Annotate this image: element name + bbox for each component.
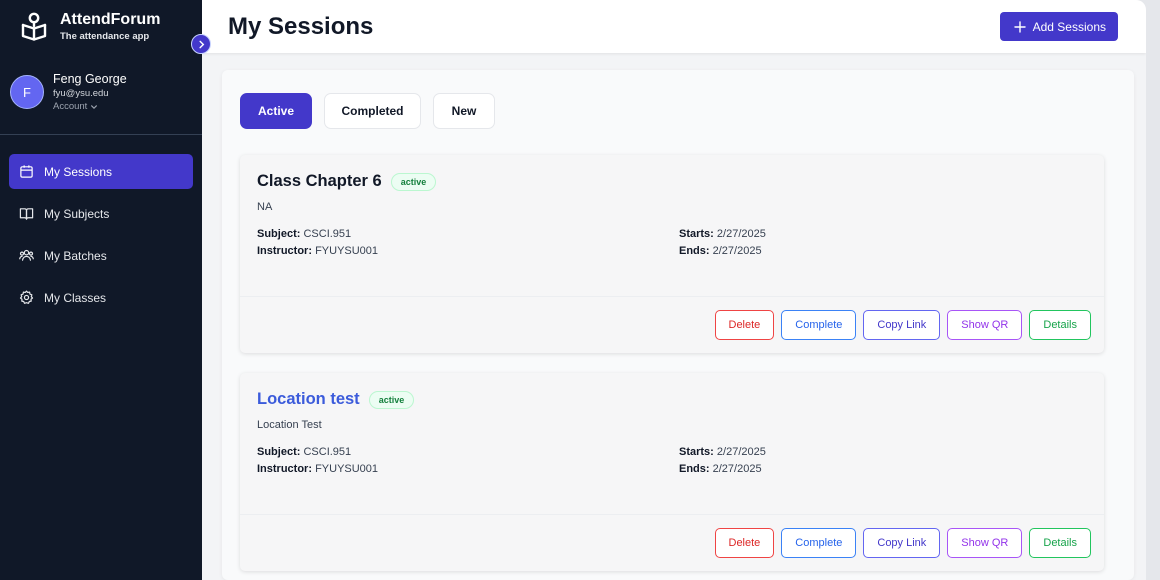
book-icon: [19, 208, 34, 220]
sidebar: AttendForum The attendance app F Feng Ge…: [0, 0, 211, 580]
sidebar-item-label: My Batches: [44, 248, 107, 263]
session-ends: Ends: 2/27/2025: [679, 245, 762, 257]
session-title[interactable]: Location test: [257, 390, 360, 409]
tab-completed[interactable]: Completed: [324, 93, 421, 129]
app-name: AttendForum: [60, 11, 161, 28]
show-qr-button[interactable]: Show QR: [947, 528, 1023, 558]
session-starts: Starts: 2/27/2025: [679, 446, 766, 458]
user-profile: F Feng George fyu@ysu.edu Account: [0, 52, 202, 134]
delete-button[interactable]: Delete: [714, 310, 775, 340]
brand: AttendForum The attendance app: [0, 0, 202, 52]
chevron-right-icon: [198, 40, 204, 48]
user-email: fyu@ysu.edu: [53, 88, 109, 99]
sidebar-toggle-button[interactable]: [191, 34, 211, 54]
details-button[interactable]: Details: [1029, 310, 1091, 340]
sessions-panel: Active Completed New Class Chapter 6 act…: [222, 70, 1134, 580]
sidebar-nav: My Sessions My Subjects My Batches My Cl…: [0, 135, 202, 315]
users-icon: [19, 249, 34, 261]
calendar-icon: [20, 165, 33, 178]
details-button[interactable]: Details: [1029, 528, 1091, 558]
session-description: Location Test: [257, 419, 322, 431]
copy-link-button[interactable]: Copy Link: [863, 310, 941, 340]
sidebar-item-label: My Classes: [44, 290, 107, 305]
session-card: Location test active Location Test Subje…: [240, 373, 1104, 571]
status-tabs: Active Completed New: [240, 93, 1116, 129]
session-instructor: Instructor: FYUYSU001: [257, 463, 379, 475]
sidebar-item-label: My Subjects: [44, 206, 110, 221]
add-sessions-button[interactable]: Add Sessions: [999, 12, 1118, 41]
plus-icon: [1013, 20, 1026, 33]
sidebar-item-my-batches[interactable]: My Batches: [9, 238, 193, 273]
session-subject: Subject: CSCI.951: [257, 228, 352, 240]
sidebar-item-my-classes[interactable]: My Classes: [9, 280, 193, 315]
account-menu[interactable]: Account: [53, 100, 127, 114]
session-ends: Ends: 2/27/2025: [679, 463, 762, 475]
session-title: Class Chapter 6: [257, 172, 382, 190]
app-tagline: The attendance app: [60, 31, 150, 42]
session-starts: Starts: 2/27/2025: [679, 228, 766, 240]
status-badge: active: [368, 390, 415, 409]
tab-new[interactable]: New: [433, 93, 495, 129]
sidebar-item-label: My Sessions: [44, 164, 113, 179]
session-actions: Delete Complete Copy Link Show QR Detail…: [240, 296, 1104, 353]
session-instructor: Instructor: FYUYSU001: [257, 245, 379, 257]
avatar[interactable]: F: [10, 75, 44, 109]
chevron-down-icon: [91, 105, 98, 109]
session-subject: Subject: CSCI.951: [257, 446, 352, 458]
sidebar-item-my-sessions[interactable]: My Sessions: [9, 154, 193, 189]
window-background: [1146, 0, 1160, 580]
gear-icon: [19, 290, 34, 304]
page-title: My Sessions: [228, 12, 374, 40]
tab-active[interactable]: Active: [240, 93, 312, 129]
add-sessions-label: Add Sessions: [1032, 19, 1106, 34]
user-name: Feng George: [53, 72, 127, 86]
page-header: My Sessions Add Sessions: [202, 0, 1146, 53]
status-badge: active: [390, 172, 437, 191]
session-card: Class Chapter 6 active NA Subject: CSCI.…: [240, 155, 1104, 353]
show-qr-button[interactable]: Show QR: [947, 310, 1023, 340]
app-window: AttendForum The attendance app F Feng Ge…: [0, 0, 1146, 580]
sidebar-item-my-subjects[interactable]: My Subjects: [9, 196, 193, 231]
session-meta: Subject: CSCI.951 Starts: 2/27/2025 Inst…: [257, 228, 1087, 257]
complete-button[interactable]: Complete: [781, 310, 857, 340]
session-description: NA: [257, 201, 273, 213]
session-actions: Delete Complete Copy Link Show QR Detail…: [240, 514, 1104, 571]
delete-button[interactable]: Delete: [714, 528, 775, 558]
copy-link-button[interactable]: Copy Link: [863, 528, 941, 558]
account-label: Account: [53, 101, 88, 112]
complete-button[interactable]: Complete: [781, 528, 857, 558]
main-area: My Sessions Add Sessions Active Complete…: [202, 0, 1146, 580]
logo-icon: [21, 12, 47, 41]
session-meta: Subject: CSCI.951 Starts: 2/27/2025 Inst…: [257, 446, 1087, 475]
